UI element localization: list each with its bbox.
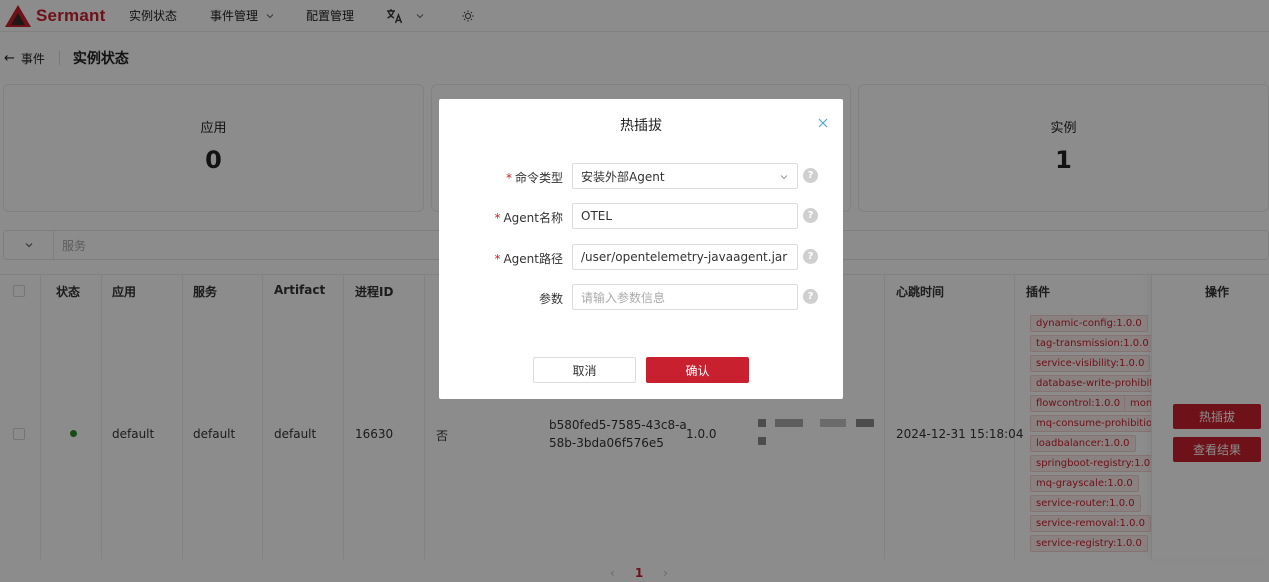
command-type-select[interactable]: 安装外部Agent xyxy=(572,163,798,189)
field-label: 参数 xyxy=(538,292,563,306)
required-mark: * xyxy=(494,252,501,266)
agent-name-input[interactable]: OTEL xyxy=(572,203,798,229)
confirm-button[interactable]: 确认 xyxy=(646,357,749,383)
agent-path-input[interactable]: /user/opentelemetry-javaagent.jar xyxy=(572,244,798,270)
help-icon[interactable]: ? xyxy=(803,208,818,223)
form-row-params: 参数 请输入参数信息 ? xyxy=(439,284,843,310)
close-icon[interactable] xyxy=(817,117,829,129)
hotplug-dialog: 热插拔 * 命令类型 安装外部Agent ? * Agent名称 OTEL ? * A… xyxy=(439,99,843,399)
select-value: 安装外部Agent xyxy=(581,169,665,184)
chevron-down-icon xyxy=(780,175,788,180)
field-label-text: 命令类型 xyxy=(514,171,563,185)
help-icon[interactable]: ? xyxy=(803,289,818,304)
form-row-command-type: * 命令类型 安装外部Agent ? xyxy=(439,163,843,189)
form-row-agent-name: * Agent名称 OTEL ? xyxy=(439,203,843,229)
required-mark: * xyxy=(505,171,512,185)
params-input[interactable]: 请输入参数信息 xyxy=(572,284,798,310)
help-icon[interactable]: ? xyxy=(803,168,818,183)
form-row-agent-path: * Agent路径 /user/opentelemetry-javaagent.j… xyxy=(439,244,843,270)
help-icon[interactable]: ? xyxy=(803,249,818,264)
dialog-title: 热插拔 xyxy=(620,118,662,134)
cancel-button[interactable]: 取消 xyxy=(533,357,636,383)
field-label-text: Agent名称 xyxy=(503,211,563,225)
field-label: * Agent名称 xyxy=(494,209,563,226)
field-label: * Agent路径 xyxy=(494,250,563,267)
required-mark: * xyxy=(494,211,501,225)
field-label: * 命令类型 xyxy=(506,169,563,186)
field-label-text: Agent路径 xyxy=(503,252,563,266)
